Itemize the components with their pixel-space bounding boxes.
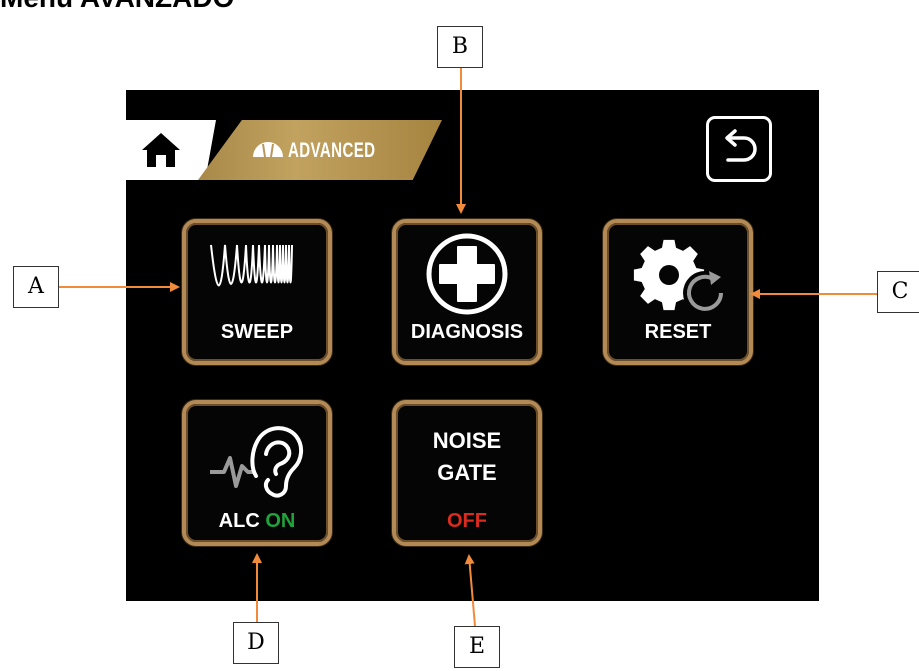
annotation-d: D [233, 622, 279, 664]
annotation-c: C [877, 271, 919, 313]
annotation-e: E [454, 626, 500, 668]
annotation-b: B [437, 26, 483, 68]
arrow-e [464, 554, 476, 627]
annotation-arrows [59, 68, 877, 627]
annotation-a: A [13, 266, 59, 308]
